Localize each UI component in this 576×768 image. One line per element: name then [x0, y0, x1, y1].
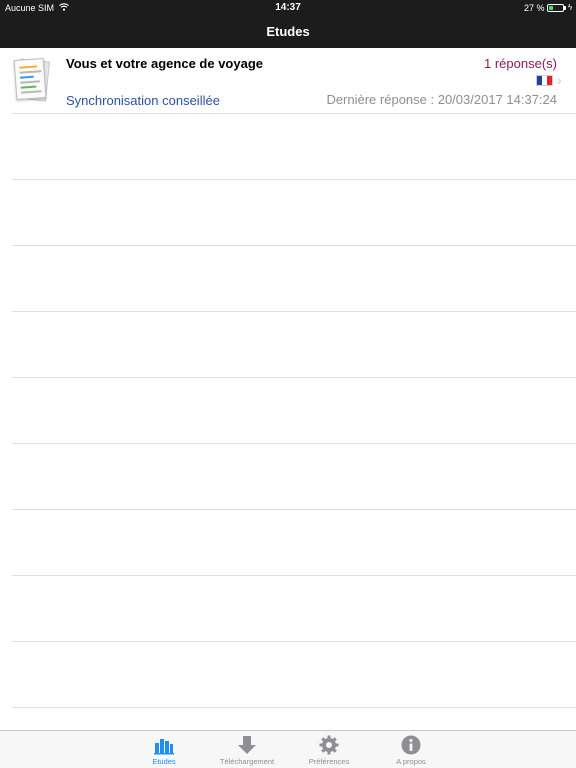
studies-bar-chart-icon: [154, 735, 174, 755]
empty-row: [0, 378, 576, 444]
gear-icon: [319, 735, 339, 755]
status-bar: Aucune SIM 14:37 27 % ϟ: [0, 0, 576, 16]
page-title: Etudes: [266, 24, 310, 39]
flag-fr-icon: [536, 75, 553, 86]
navigation-bar: Etudes: [0, 16, 576, 48]
tab-label: A propos: [396, 757, 426, 766]
tab-a-propos[interactable]: A propos: [376, 733, 446, 767]
empty-row: [0, 576, 576, 642]
tab-etudes[interactable]: Etudes: [129, 733, 199, 767]
tab-label: Préférences: [308, 757, 350, 766]
clock: 14:37: [275, 2, 301, 13]
empty-row: [0, 114, 576, 180]
empty-row: [0, 312, 576, 378]
tab-bar: Etudes Téléchargement Préférences A prop…: [0, 730, 576, 768]
empty-row: [0, 444, 576, 510]
tab-label: Téléchargement: [219, 757, 275, 766]
empty-row: [0, 246, 576, 312]
battery-fill: [549, 6, 553, 10]
last-response: Dernière réponse : 20/03/2017 14:37:24: [326, 92, 557, 107]
charging-bolt-icon: ϟ: [568, 3, 573, 12]
tab-telechargement[interactable]: Téléchargement: [212, 733, 282, 767]
sync-status[interactable]: Synchronisation conseillée: [66, 93, 220, 108]
study-row[interactable]: Vous et votre agence de voyage 1 réponse…: [0, 48, 576, 114]
chevron-right-icon: ›: [557, 72, 562, 88]
tab-preferences[interactable]: Préférences: [294, 733, 364, 767]
battery-icon: [547, 4, 564, 12]
battery-percent: 27 %: [524, 3, 545, 13]
study-title: Vous et votre agence de voyage: [66, 56, 263, 71]
response-count: 1 réponse(s): [484, 56, 557, 71]
battery-tip: [564, 6, 566, 10]
empty-row: [0, 510, 576, 576]
tab-label: Etudes: [152, 757, 176, 766]
empty-row: [0, 180, 576, 246]
empty-row: [0, 642, 576, 708]
row-divider: [12, 707, 576, 708]
info-icon: [401, 735, 421, 755]
studies-list[interactable]: Vous et votre agence de voyage 1 réponse…: [0, 48, 576, 730]
download-arrow-icon: [237, 735, 257, 755]
survey-document-icon: [13, 58, 51, 102]
